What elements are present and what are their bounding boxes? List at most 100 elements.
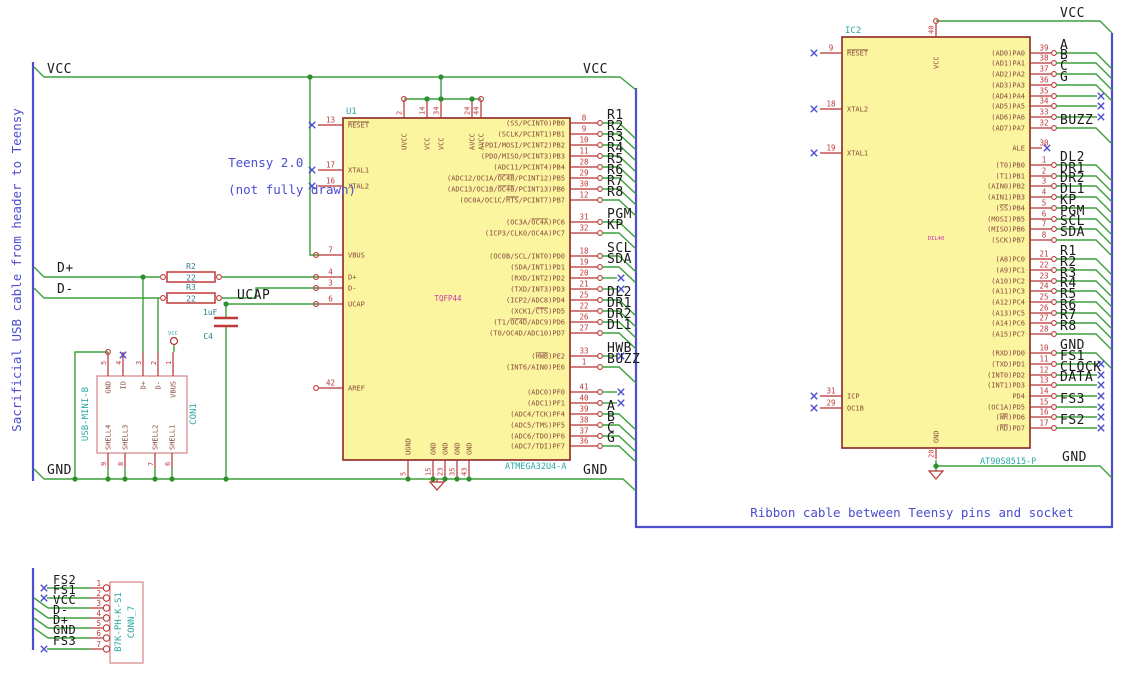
component-value: USB-MINI-B: [81, 387, 91, 441]
net-label-G[interactable]: G: [607, 431, 615, 446]
pin-name: D+: [140, 381, 148, 389]
pin-name: UGND: [405, 438, 413, 455]
net-label-BUZZ[interactable]: BUZZ: [607, 352, 640, 367]
pin-name: D+: [348, 274, 356, 282]
net-label-GND[interactable]: GND: [583, 463, 608, 478]
pin-name: AVCC: [478, 133, 486, 150]
pin-end-circle: [1051, 404, 1057, 410]
pin-number: 6: [1042, 210, 1047, 219]
junction-dot: [438, 74, 444, 80]
junction-dot: [169, 476, 175, 482]
component-ref[interactable]: IC2: [845, 26, 861, 36]
no-connect-icon: [1097, 424, 1105, 432]
pin-end-circle: [1051, 162, 1057, 168]
component-ref[interactable]: CONN_7: [127, 606, 137, 639]
ground-symbol: [428, 481, 446, 491]
net-label-FS3[interactable]: FS3: [1060, 392, 1085, 407]
net-label-GND[interactable]: GND: [47, 463, 72, 478]
pin-number: 26: [579, 313, 589, 322]
pin-end-circle: [597, 164, 603, 170]
net-label-GND[interactable]: GND: [1062, 450, 1087, 465]
pin-name: (T0/OC4D/ADC10)PD7: [489, 330, 565, 338]
wire: [33, 266, 45, 278]
pin-number: 1: [1042, 156, 1047, 165]
pin-end-circle: [597, 264, 603, 270]
resistor-r2[interactable]: R222: [166, 262, 216, 283]
pin-name: OC1B: [847, 405, 864, 413]
pin-number: 1: [165, 361, 173, 365]
net-label-BUZZ[interactable]: BUZZ: [1060, 113, 1093, 128]
wire: [44, 478, 637, 492]
pin-number: 4: [96, 609, 101, 618]
pin-number: 37: [579, 427, 588, 436]
net-label-D+[interactable]: D+: [57, 261, 74, 276]
pin-end-circle: [102, 614, 111, 622]
pin-number: 41: [579, 383, 588, 392]
pin-name: (OC0A/OC1C/RTS/PCINT7)PB7: [460, 197, 565, 205]
net-label-FS3[interactable]: FS3: [53, 634, 76, 648]
no-connect-icon: [1097, 102, 1105, 110]
junction-dot: [223, 301, 229, 307]
pin-number: 28: [1039, 325, 1049, 334]
pin-number: 38: [1039, 54, 1049, 63]
component-value: 22: [186, 274, 196, 283]
pin-number: 15: [425, 468, 433, 476]
pin-number: 11: [1039, 355, 1048, 364]
net-label-G[interactable]: G: [1060, 70, 1068, 85]
pin-number: 40: [928, 26, 936, 34]
con1-usb-connector[interactable]: USB-MINI-B CON1 5 GND 4 ID 3 D+ 2 D- 1 VBUS 9 SHELL4 8…: [81, 352, 199, 479]
pin-name: (ADC6/TDO)PF6: [510, 433, 565, 441]
pin-name: ALE: [1012, 145, 1025, 153]
pin-end-circle: [216, 295, 222, 301]
wire: [33, 607, 49, 619]
pin-number: 9: [829, 44, 834, 53]
pin-number: 24: [1039, 282, 1049, 291]
pin-end-circle: [1051, 331, 1057, 337]
pin-name: GND: [105, 381, 113, 394]
junction-dot: [140, 274, 146, 280]
pin-number: 15: [1039, 398, 1048, 407]
vcc-symbol-circle: [169, 336, 179, 346]
pin-end-circle: [597, 153, 603, 159]
pin-number: 2: [396, 111, 404, 115]
ic2-chip[interactable]: IC2AT90S8515-PDIL409RESET18XTAL219XTAL13…: [810, 23, 1113, 467]
net-label-FS2[interactable]: FS2: [1060, 413, 1085, 428]
component-value: B7K-PH-K-S1: [114, 592, 124, 652]
net-label-R8[interactable]: R8: [1060, 319, 1077, 334]
pin-end-circle: [597, 197, 603, 203]
pin-end-circle: [1051, 288, 1057, 294]
component-ref[interactable]: U1: [346, 107, 357, 117]
wire: [602, 445, 637, 463]
net-label-D-[interactable]: D-: [57, 282, 74, 297]
u1-chip[interactable]: U1ATMEGA32U4-ATQFP4413RESET17XTAL116XTAL…: [308, 96, 641, 477]
net-label-UCAP[interactable]: UCAP: [237, 288, 270, 303]
net-label-SDA[interactable]: SDA: [607, 252, 632, 267]
conn7-header[interactable]: B7K-PH-K-S1 CONN_71FS22FS13VCC4D-5D+6GND7…: [40, 573, 144, 664]
pin-number: 7: [147, 462, 155, 466]
pin-number: 19: [826, 144, 835, 153]
net-label-VCC[interactable]: VCC: [47, 62, 72, 77]
net-label-SDA[interactable]: SDA: [1060, 225, 1085, 240]
net-label-DATA[interactable]: DATA: [1060, 370, 1093, 385]
wire: [1056, 127, 1113, 145]
pin-end-circle: [1051, 299, 1057, 305]
wire: [33, 468, 45, 480]
pin-number: 13: [1039, 376, 1048, 385]
net-label-KP[interactable]: KP: [607, 218, 624, 233]
pin-number: 2: [1042, 167, 1047, 176]
resistor-r3[interactable]: R322: [166, 283, 216, 304]
component-value: 1uF: [203, 308, 218, 317]
pin-number: 29: [579, 169, 588, 178]
net-label-VCC[interactable]: VCC: [583, 62, 608, 77]
pin-number: 36: [1039, 76, 1049, 85]
capacitor-c4[interactable]: 1uF C4: [203, 308, 238, 341]
pin-name: GND: [933, 430, 941, 443]
net-label-R8[interactable]: R8: [607, 185, 624, 200]
component-value: 22: [186, 295, 196, 304]
pin-name: (OC3A/OC4A)PC6: [506, 219, 565, 227]
no-connect-icon: [1097, 403, 1105, 411]
net-label-DL1[interactable]: DL1: [607, 318, 632, 333]
net-label-VCC[interactable]: VCC: [1060, 6, 1085, 21]
component-ref[interactable]: CON1: [189, 403, 199, 425]
pin-name: SHELL2: [152, 425, 160, 450]
